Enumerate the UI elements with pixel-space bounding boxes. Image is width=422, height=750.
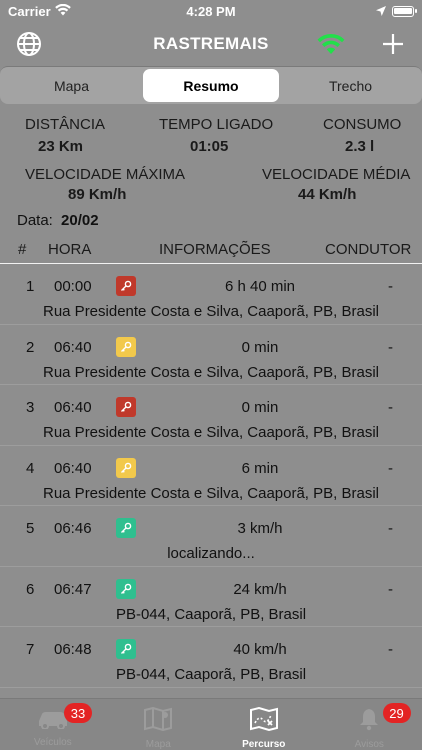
status-left: Carrier xyxy=(8,3,148,19)
carrier-label: Carrier xyxy=(8,3,51,19)
row-driver: - xyxy=(388,641,393,658)
row-driver: - xyxy=(388,278,393,295)
navigation-bar: RASTREMAIS xyxy=(0,22,422,66)
column-header-info: INFORMAÇÕES xyxy=(159,241,271,258)
row-time: 06:48 xyxy=(54,641,92,658)
row-info: 0 min xyxy=(241,338,279,356)
row-address: Rua Presidente Costa e Silva, Caaporã, P… xyxy=(43,303,379,320)
row-driver: - xyxy=(388,520,393,537)
row-address: PB-044, Caaporã, PB, Brasil xyxy=(115,666,307,683)
moving-key-icon xyxy=(116,518,136,538)
tab-label: Mapa xyxy=(145,739,171,750)
segment-trecho[interactable]: Trecho xyxy=(281,69,420,102)
tab-label: Veículos xyxy=(33,737,72,748)
consumption-value: 2.3 l xyxy=(345,138,375,155)
row-time: 06:46 xyxy=(54,520,92,537)
globe-icon[interactable] xyxy=(14,29,44,59)
signal-wifi-icon[interactable] xyxy=(316,29,346,59)
list-item[interactable]: 6 06:47 24 km/h - PB-044, Caaporã, PB, B… xyxy=(0,567,422,627)
row-number: 6 xyxy=(26,580,35,598)
map-icon xyxy=(143,706,173,736)
tab-label: Avisos xyxy=(354,739,384,750)
tab-mapa[interactable]: Mapa xyxy=(106,699,212,750)
battery-icon xyxy=(392,5,417,17)
segment-mapa[interactable]: Mapa xyxy=(2,69,141,102)
date-value: 20/02 xyxy=(61,212,99,229)
list-item[interactable]: 7 06:48 40 km/h - PB-044, Caaporã, PB, B… xyxy=(0,627,422,688)
max-speed-value: 89 Km/h xyxy=(68,186,127,203)
max-speed-label: VELOCIDADE MÁXIMA xyxy=(25,166,186,183)
location-arrow-icon xyxy=(376,4,386,19)
consumption-label: CONSUMO xyxy=(323,116,402,133)
row-time: 06:40 xyxy=(54,459,92,477)
tab-label: Percurso xyxy=(242,739,286,750)
row-time: 06:40 xyxy=(54,338,92,356)
row-info: 6 h 40 min xyxy=(224,278,296,295)
row-number: 2 xyxy=(26,338,35,356)
column-header-num: # xyxy=(18,241,27,258)
row-time: 06:40 xyxy=(54,399,92,416)
row-info: 24 km/h xyxy=(233,580,287,598)
avg-speed-label: VELOCIDADE MÉDIA xyxy=(262,166,411,183)
row-info: 0 min xyxy=(241,399,279,416)
row-number: 7 xyxy=(26,641,35,658)
event-list[interactable]: 1 00:00 6 h 40 min - Rua Presidente Cost… xyxy=(0,264,422,698)
status-bar: Carrier 4:28 PM xyxy=(0,0,422,22)
list-item[interactable]: 5 06:46 3 km/h - localizando... xyxy=(0,506,422,567)
idle-key-icon xyxy=(116,457,136,478)
row-address: Rua Presidente Costa e Silva, Caaporã, P… xyxy=(43,484,379,502)
list-item[interactable]: 1 00:00 6 h 40 min - Rua Presidente Cost… xyxy=(0,264,422,325)
idle-key-icon xyxy=(116,336,136,357)
row-info: 3 km/h xyxy=(237,520,283,537)
column-header-driver: CONDUTOR xyxy=(325,241,412,258)
row-address: Rua Presidente Costa e Silva, Caaporã, P… xyxy=(43,363,379,381)
row-driver: - xyxy=(388,338,393,356)
distance-value: 23 Km xyxy=(38,138,84,155)
row-info: 40 km/h xyxy=(233,641,287,658)
distance-label: DISTÂNCIA xyxy=(25,116,106,133)
status-right xyxy=(274,4,417,19)
bell-icon xyxy=(357,707,381,736)
row-time: 00:00 xyxy=(54,278,92,295)
bottom-tab-bar: 33 Veículos Mapa Percurso 29 Avisos xyxy=(0,698,422,750)
ignition-off-key-icon xyxy=(116,276,136,296)
nav-right-actions xyxy=(316,29,408,59)
date-row: Data: 20/02 xyxy=(17,212,99,229)
row-address: PB-044, Caaporã, PB, Brasil xyxy=(115,605,307,623)
time-on-label: TEMPO LIGADO xyxy=(159,116,274,133)
row-driver: - xyxy=(388,459,393,477)
date-label: Data: xyxy=(17,212,53,229)
trip-summary: DISTÂNCIA 23 Km TEMPO LIGADO 01:05 CONSU… xyxy=(0,104,422,264)
add-icon[interactable] xyxy=(378,29,408,59)
row-number: 5 xyxy=(26,520,35,537)
row-number: 3 xyxy=(26,399,35,416)
row-time: 06:47 xyxy=(54,580,92,598)
ignition-off-key-icon xyxy=(116,397,136,417)
row-driver: - xyxy=(388,399,393,416)
row-address: Rua Presidente Costa e Silva, Caaporã, P… xyxy=(43,424,379,441)
tab-veiculos[interactable]: 33 Veículos xyxy=(0,699,106,750)
list-item[interactable]: 4 06:40 6 min - Rua Presidente Costa e S… xyxy=(0,446,422,506)
row-number: 4 xyxy=(26,459,35,477)
status-time: 4:28 PM xyxy=(186,3,236,19)
row-address: localizando... xyxy=(167,545,255,562)
tab-percurso[interactable]: Percurso xyxy=(211,699,317,750)
column-header-time: HORA xyxy=(48,241,92,258)
list-item[interactable]: 2 06:40 0 min - Rua Presidente Costa e S… xyxy=(0,325,422,385)
moving-key-icon xyxy=(116,578,136,599)
time-on-value: 01:05 xyxy=(190,138,229,155)
row-info: 6 min xyxy=(241,459,279,477)
moving-key-icon xyxy=(116,639,136,659)
route-map-icon xyxy=(249,706,279,736)
row-number: 1 xyxy=(26,278,35,295)
avg-speed-value: 44 Km/h xyxy=(298,186,357,203)
list-item[interactable]: 3 06:40 0 min - Rua Presidente Costa e S… xyxy=(0,385,422,446)
tab-avisos[interactable]: 29 Avisos xyxy=(317,699,422,750)
wifi-icon xyxy=(54,3,71,19)
view-segmented-control: Mapa Resumo Trecho xyxy=(0,66,422,104)
segment-resumo[interactable]: Resumo xyxy=(143,69,279,102)
vehicles-badge: 33 xyxy=(64,703,92,723)
row-driver: - xyxy=(388,580,393,598)
alerts-badge: 29 xyxy=(382,703,411,723)
